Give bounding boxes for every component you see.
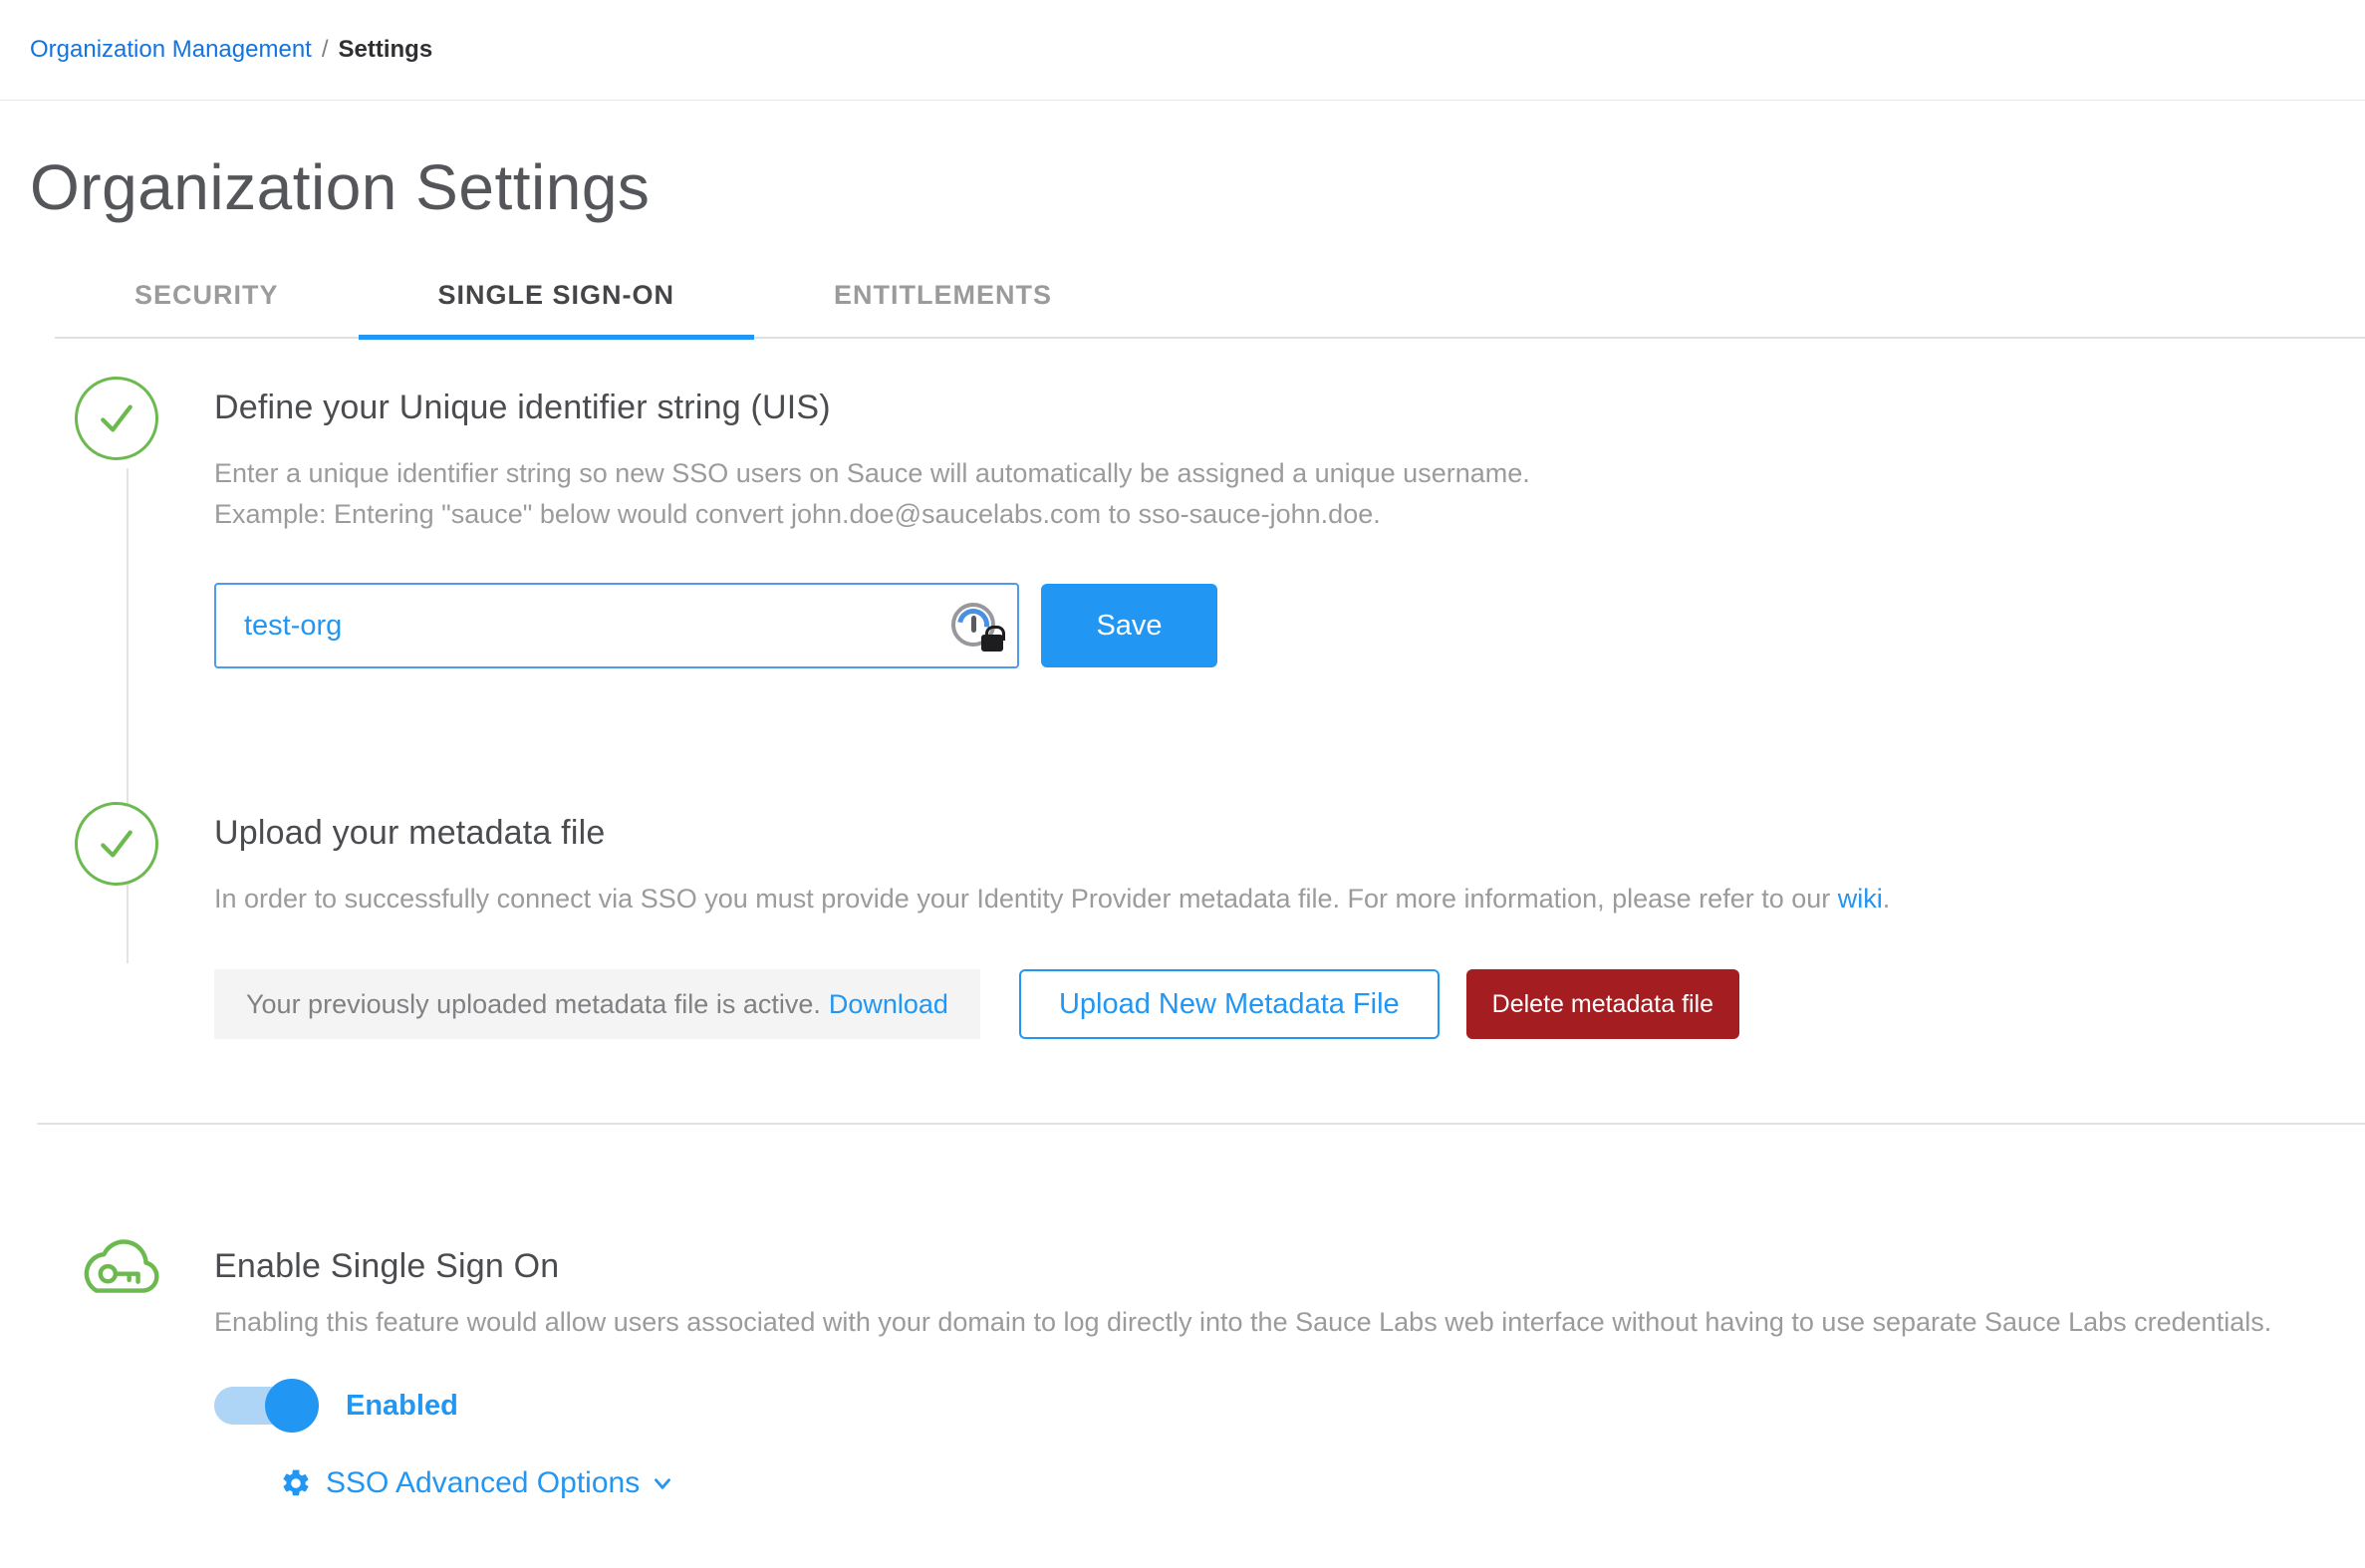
tab-single-sign-on[interactable]: SINGLE SIGN-ON [359,264,755,337]
password-manager-lock-icon[interactable] [951,600,1005,653]
metadata-description: In order to successfully connect via SSO… [214,879,2365,919]
enable-sso-description: Enabling this feature would allow users … [214,1302,2365,1343]
checkmark-glyph [85,812,148,876]
sso-toggle-state-label: Enabled [346,1390,458,1423]
enable-sso-heading: Enable Single Sign On [214,1247,2365,1286]
breadcrumb: Organization Management / Settings [30,36,432,64]
uis-input-row: Save [214,583,2365,668]
uis-description-line1: Enter a unique identifier string so new … [214,453,2365,494]
sso-advanced-options[interactable]: SSO Advanced Options [280,1466,675,1500]
step-unique-identifier: Define your Unique identifier string (UI… [0,389,2365,814]
metadata-status-text: Your previously uploaded metadata file i… [246,989,821,1020]
check-circle-icon [75,802,158,886]
tab-security[interactable]: SECURITY [55,264,359,337]
sso-advanced-options-label: SSO Advanced Options [326,1466,640,1500]
organization-settings-page: Organization Management / Settings Organ… [0,0,2365,1568]
uis-heading: Define your Unique identifier string (UI… [214,389,2365,427]
metadata-status-box: Your previously uploaded metadata file i… [214,969,980,1039]
metadata-description-period: . [1883,884,1891,914]
check-circle-icon [75,377,158,460]
uis-input-wrap [214,583,1019,668]
sso-toggle-knob[interactable] [265,1379,319,1433]
checkmark-glyph [85,387,148,450]
tab-bar: SECURITY SINGLE SIGN-ON ENTITLEMENTS [55,264,2365,339]
step-upload-metadata: Upload your metadata file In order to su… [0,814,2365,1123]
section-divider [37,1123,2365,1125]
breadcrumb-current-settings: Settings [339,36,433,64]
wiki-link[interactable]: wiki [1838,884,1883,914]
lock-center-bar [971,616,976,633]
save-button[interactable]: Save [1041,584,1217,667]
download-link[interactable]: Download [829,989,948,1020]
sso-toggle-row: Enabled [214,1379,2365,1433]
breadcrumb-separator: / [322,36,329,64]
gear-icon [280,1467,312,1499]
breadcrumb-link-organization-management[interactable]: Organization Management [30,36,312,64]
uis-description: Enter a unique identifier string so new … [214,453,2365,535]
topbar: Organization Management / Settings [0,0,2365,101]
delete-metadata-button[interactable]: Delete metadata file [1466,969,1739,1039]
upload-new-metadata-button[interactable]: Upload New Metadata File [1019,969,1440,1039]
padlock-badge [981,635,1003,652]
sso-setup-steps: Define your Unique identifier string (UI… [0,389,2365,1123]
sso-toggle[interactable] [214,1387,306,1425]
metadata-actions-row: Your previously uploaded metadata file i… [214,969,2365,1039]
tab-entitlements[interactable]: ENTITLEMENTS [754,264,1132,337]
cloud-key-icon [72,1223,165,1308]
metadata-description-text: In order to successfully connect via SSO… [214,884,1838,914]
page-title: Organization Settings [30,150,2365,224]
uis-description-line2: Example: Entering "sauce" below would co… [214,494,2365,535]
chevron-down-icon [650,1470,675,1496]
uis-input[interactable] [214,583,1019,668]
metadata-heading: Upload your metadata file [214,814,2365,853]
enable-sso-section: Enable Single Sign On Enabling this feat… [0,1247,2365,1504]
